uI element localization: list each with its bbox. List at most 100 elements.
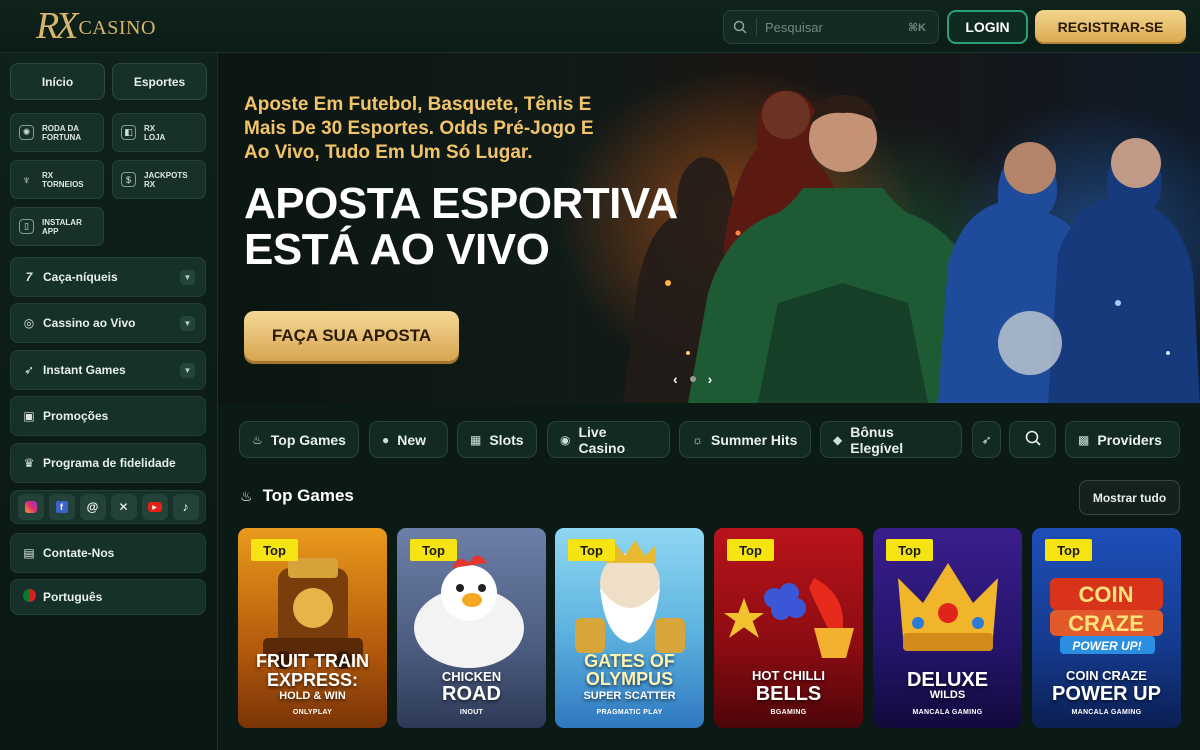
hero-title: APOSTA ESPORTIVA ESTÁ AO VIVO xyxy=(244,181,744,273)
wheel-icon: ✺ xyxy=(19,125,34,140)
tab-bonus-elegivel[interactable]: ◆ Bônus Elegível xyxy=(820,421,962,458)
search-icon xyxy=(724,20,756,34)
sidebar-item-contate-nos[interactable]: ▤ Contate-Nos xyxy=(10,533,206,573)
game-provider: PRAGMATIC PLAY xyxy=(596,709,663,716)
game-card-chicken-road[interactable]: Top CHICKEN ROAD INOUT xyxy=(397,528,546,728)
game-card-gates-of-olympus[interactable]: Top GATES OF OLYMPUS SUPER SCATTER PRAGM… xyxy=(555,528,704,728)
login-button[interactable]: LOGIN xyxy=(947,10,1028,44)
register-button[interactable]: REGISTRAR-SE xyxy=(1035,10,1186,44)
tile-label-line1: JACKPOTS xyxy=(144,170,188,180)
carousel-prev-icon[interactable]: ‹ xyxy=(673,371,678,387)
tile-label-line2: APP xyxy=(42,226,59,236)
chevron-down-icon[interactable]: ▼ xyxy=(180,269,195,285)
section-title-text: Top Games xyxy=(262,486,354,505)
tab-label: Live Casino xyxy=(578,423,626,456)
slots-icon: ▦ xyxy=(470,432,482,447)
language-selector[interactable]: Português xyxy=(10,579,206,615)
bonus-icon: ◆ xyxy=(833,432,843,447)
game-title-line2: WILDS xyxy=(929,689,966,701)
tile-label-line2: FORTUNA xyxy=(42,132,82,142)
language-label: Português xyxy=(43,590,103,604)
rx-casino-logo[interactable]: RX CASINO xyxy=(36,6,156,46)
game-title-line2: ROAD xyxy=(442,683,501,705)
search-divider xyxy=(756,18,757,36)
game-provider: MANCALA GAMING xyxy=(912,709,983,716)
tile-label-line2: LOJA xyxy=(144,132,166,142)
tile-jackpots-rx[interactable]: $ JACKPOTS RX xyxy=(112,160,206,199)
trophy-icon: ♆ xyxy=(22,172,31,187)
tile-label: RODA DA FORTUNA xyxy=(42,124,81,142)
chip-icon: ◎ xyxy=(23,316,35,330)
logo-casino-text: CASINO xyxy=(78,17,156,39)
game-title-line1: CHICKEN xyxy=(441,669,502,684)
social-links: f @ ✕ ▶ ♪ xyxy=(10,490,206,524)
svg-text:COIN: COIN xyxy=(1079,582,1134,607)
grid-icon: ▩ xyxy=(1078,432,1090,447)
game-title-line3: SUPER SCATTER xyxy=(583,690,676,702)
sidebar-item-instant-games[interactable]: ➶ Instant Games ▼ xyxy=(10,350,206,390)
flame-icon: ♨ xyxy=(252,432,263,447)
facebook-icon[interactable]: f xyxy=(48,494,75,520)
carousel-controls: ‹ › xyxy=(673,371,712,387)
x-icon[interactable]: ✕ xyxy=(110,494,137,520)
logo-rx-text: RX xyxy=(36,5,78,47)
tile-label-line1: RX xyxy=(144,123,156,133)
show-all-button[interactable]: Mostrar tudo xyxy=(1079,480,1180,515)
tiktok-icon[interactable]: ♪ xyxy=(172,494,199,520)
carousel-next-icon[interactable]: › xyxy=(708,371,713,387)
providers-label: Providers xyxy=(1097,431,1162,448)
tile-label-line1: RODA DA xyxy=(42,123,80,133)
place-bet-button[interactable]: FAÇA SUA APOSTA xyxy=(244,311,459,361)
gift-icon: ▣ xyxy=(23,409,35,423)
game-title-line1: GATES OF xyxy=(584,651,675,671)
tab-label: Summer Hits xyxy=(711,431,798,448)
hero-subtitle: Aposte Em Futebol, Basquete, Tênis E Mai… xyxy=(244,94,594,163)
sun-icon: ☼ xyxy=(692,432,703,447)
tab-esportes[interactable]: Esportes xyxy=(112,63,207,100)
game-card-fruit-train-express[interactable]: Top FRUIT TRAIN EXPRESS: HOLD & WIN ONLY… xyxy=(238,528,387,728)
chevron-down-icon[interactable]: ▼ xyxy=(180,315,195,331)
rocket-icon: ➶ xyxy=(981,432,992,447)
category-search-button[interactable] xyxy=(1009,421,1056,458)
tab-instant-games[interactable]: ➶ xyxy=(972,421,1001,458)
tile-rx-torneios[interactable]: ♆ RX TORNEIOS xyxy=(10,160,104,199)
instagram-icon[interactable] xyxy=(17,494,44,520)
phone-icon: ▯ xyxy=(19,219,34,234)
sidebar-item-cassino-ao-vivo[interactable]: ◎ Cassino ao Vivo ▼ xyxy=(10,303,206,343)
threads-icon[interactable]: @ xyxy=(79,494,106,520)
top-badge: Top xyxy=(727,539,774,561)
game-provider: INOUT xyxy=(459,709,484,716)
search-input[interactable]: Pesquisar ⌘K xyxy=(723,10,939,44)
tab-top-games[interactable]: ♨ Top Games xyxy=(239,421,359,458)
game-card-hot-chilli-bells[interactable]: Top HOT CHILLI BELLS BGAMING xyxy=(714,528,863,728)
tab-live-casino[interactable]: ◉ Live Casino xyxy=(547,421,670,458)
hero-banner[interactable]: Aposte Em Futebol, Basquete, Tênis E Mai… xyxy=(218,53,1200,403)
tab-slots[interactable]: ▦ Slots xyxy=(457,421,537,458)
sidebar-item-caca-niqueis[interactable]: 7 Caça-níqueis ▼ xyxy=(10,257,206,297)
game-card-coin-craze-power-up[interactable]: COIN CRAZE POWER UP! Top COIN CRAZE POWE… xyxy=(1032,528,1181,728)
sidebar-item-label: Caça-níqueis xyxy=(43,270,118,284)
tile-label-line2: TORNEIOS xyxy=(42,179,84,189)
tile-instalar-app[interactable]: ▯ INSTALAR APP xyxy=(10,207,104,246)
game-card-deluxe-wilds[interactable]: Top DELUXE WILDS MANCALA GAMING xyxy=(873,528,1022,728)
chevron-down-icon[interactable]: ▼ xyxy=(180,362,195,378)
tab-summer-hits[interactable]: ☼ Summer Hits xyxy=(679,421,811,458)
tile-label-line2: RX xyxy=(144,179,156,189)
tile-rx-loja[interactable]: ◧ RX LOJA xyxy=(112,113,206,152)
tile-label-line1: RX xyxy=(42,170,54,180)
sidebar-item-label: Cassino ao Vivo xyxy=(43,316,136,330)
tile-roda-da-fortuna[interactable]: ✺ RODA DA FORTUNA xyxy=(10,113,104,152)
sidebar-item-programa-de-fidelidade[interactable]: ♛ Programa de fidelidade xyxy=(10,443,206,483)
youtube-icon[interactable]: ▶ xyxy=(141,494,168,520)
carousel-dot[interactable] xyxy=(689,376,696,382)
hero-title-line1: APOSTA ESPORTIVA xyxy=(244,179,678,228)
providers-button[interactable]: ▩ Providers xyxy=(1065,421,1180,458)
search-icon xyxy=(1025,430,1041,449)
tile-label-line1: INSTALAR xyxy=(42,217,82,227)
tab-inicio[interactable]: Início xyxy=(10,63,105,100)
sidebar-item-promocoes[interactable]: ▣ Promoções xyxy=(10,396,206,436)
portugal-flag-icon xyxy=(21,589,37,605)
sidebar-item-label: Promoções xyxy=(43,409,109,423)
tab-new[interactable]: ● New xyxy=(369,421,448,458)
seven-icon: 7 xyxy=(25,270,33,284)
